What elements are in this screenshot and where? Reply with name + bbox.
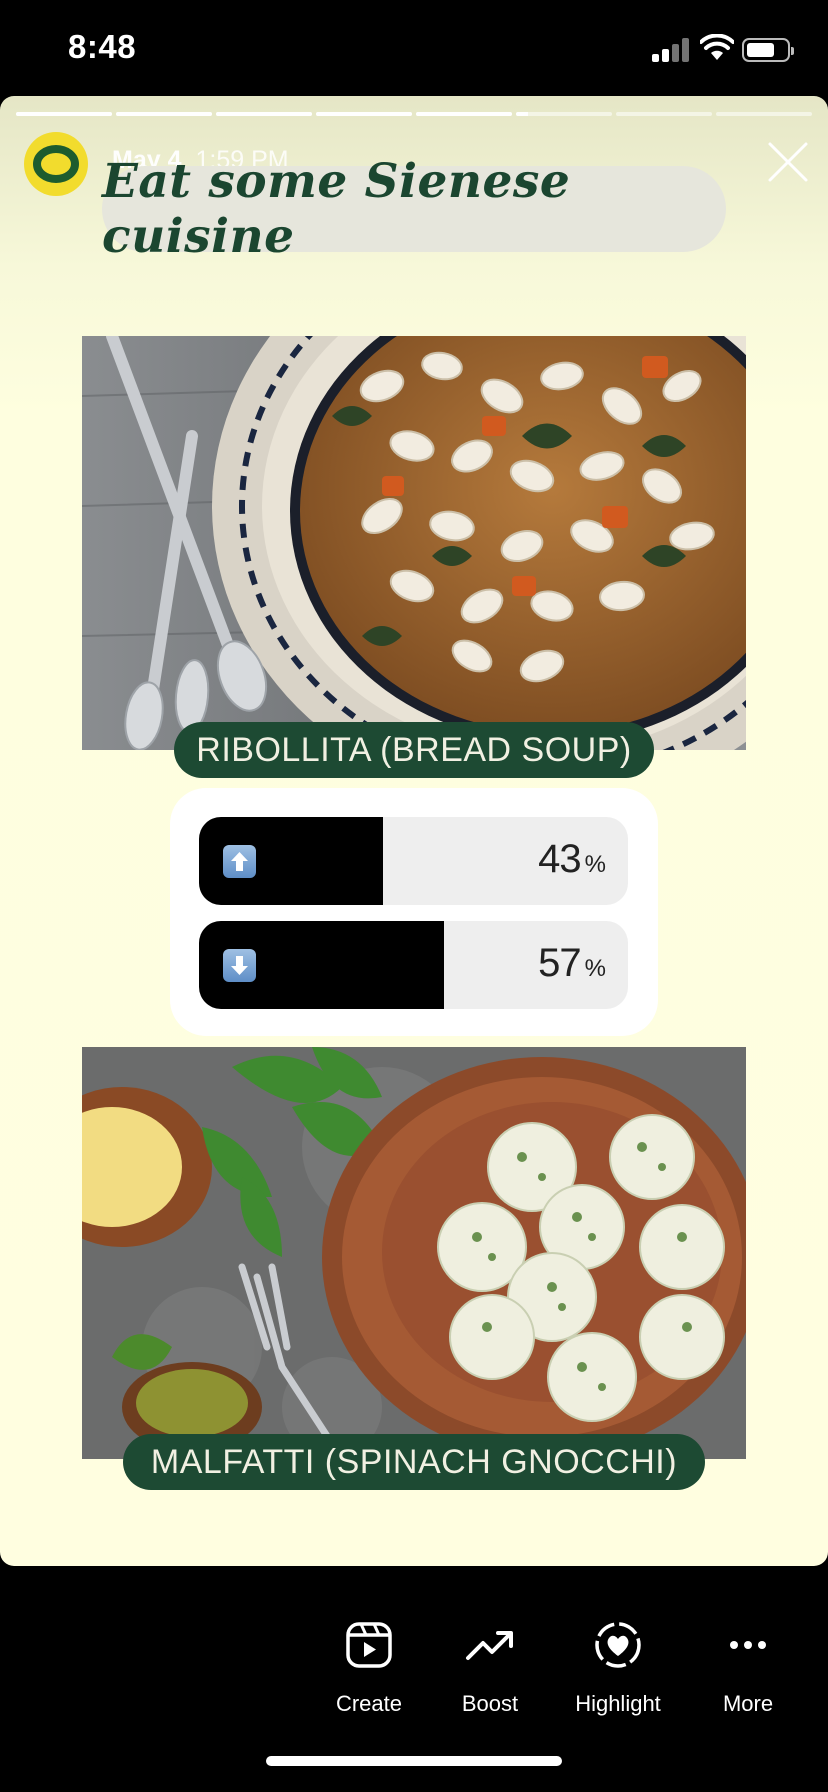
poll-option-down[interactable]: 57% [199, 921, 628, 1009]
story-progress-segment [416, 112, 512, 116]
story-progress-segment [616, 112, 712, 116]
story-progress-segment [16, 112, 112, 116]
highlight-label: Highlight [575, 1691, 661, 1716]
status-bar: 8:48 [0, 0, 828, 96]
highlight-button[interactable]: Highlight [558, 1620, 678, 1717]
more-label: More [722, 1691, 774, 1716]
story-title: Eat some Sienese cuisine [102, 154, 571, 264]
dish1-label: RIBOLLITA (BREAD SOUP) [174, 722, 654, 778]
malfatti-photo [82, 1047, 746, 1459]
trending-up-icon [466, 1631, 513, 1660]
heart-circle-icon [595, 1622, 641, 1668]
oregon-o-logo-icon [33, 145, 79, 183]
percent-sign: % [584, 955, 606, 982]
story-title-pill: Eat some Sienese cuisine [102, 154, 726, 264]
story-progress-segment [116, 112, 212, 116]
reels-icon [346, 1622, 392, 1668]
home-indicator[interactable] [266, 1756, 562, 1766]
story-progress-segment [716, 112, 812, 116]
create-label: Create [335, 1691, 403, 1716]
story-card[interactable]: May 4 1:59 PM Eat some Sienese cuisine R… [0, 96, 828, 1566]
dish2-label: MALFATTI (SPINACH GNOCCHI) [123, 1434, 705, 1490]
story-progress-segment [516, 112, 612, 116]
poll-sticker: 43% 57% [170, 788, 658, 1036]
poll-option-percent: 43% [538, 837, 606, 882]
create-button[interactable]: Create [309, 1620, 429, 1717]
percent-sign: % [584, 851, 606, 878]
more-dots-icon [730, 1641, 766, 1649]
story-progress-fill [416, 112, 512, 116]
story-progress-fill [516, 112, 528, 116]
status-time: 8:48 [68, 28, 137, 65]
story-progress-fill [316, 112, 412, 116]
boost-label: Boost [461, 1691, 519, 1716]
close-icon[interactable] [764, 138, 812, 186]
ribollita-photo [82, 336, 746, 750]
percent-value: 43 [538, 837, 581, 881]
story-progress-fill [216, 112, 312, 116]
poll-option-percent: 57% [538, 941, 606, 986]
down-arrow-icon [223, 949, 256, 982]
battery-icon [742, 38, 794, 62]
account-avatar[interactable] [24, 132, 88, 196]
boost-button[interactable]: Boost [430, 1620, 550, 1717]
story-progress-segment [316, 112, 412, 116]
cellular-signal-icon [652, 38, 690, 62]
wifi-icon [700, 34, 734, 60]
more-button[interactable]: More [688, 1620, 808, 1717]
story-progress-bar [16, 112, 812, 116]
story-progress-fill [116, 112, 212, 116]
percent-value: 57 [538, 941, 581, 985]
poll-option-up[interactable]: 43% [199, 817, 628, 905]
up-arrow-icon [223, 845, 256, 878]
story-progress-fill [16, 112, 112, 116]
story-progress-segment [216, 112, 312, 116]
